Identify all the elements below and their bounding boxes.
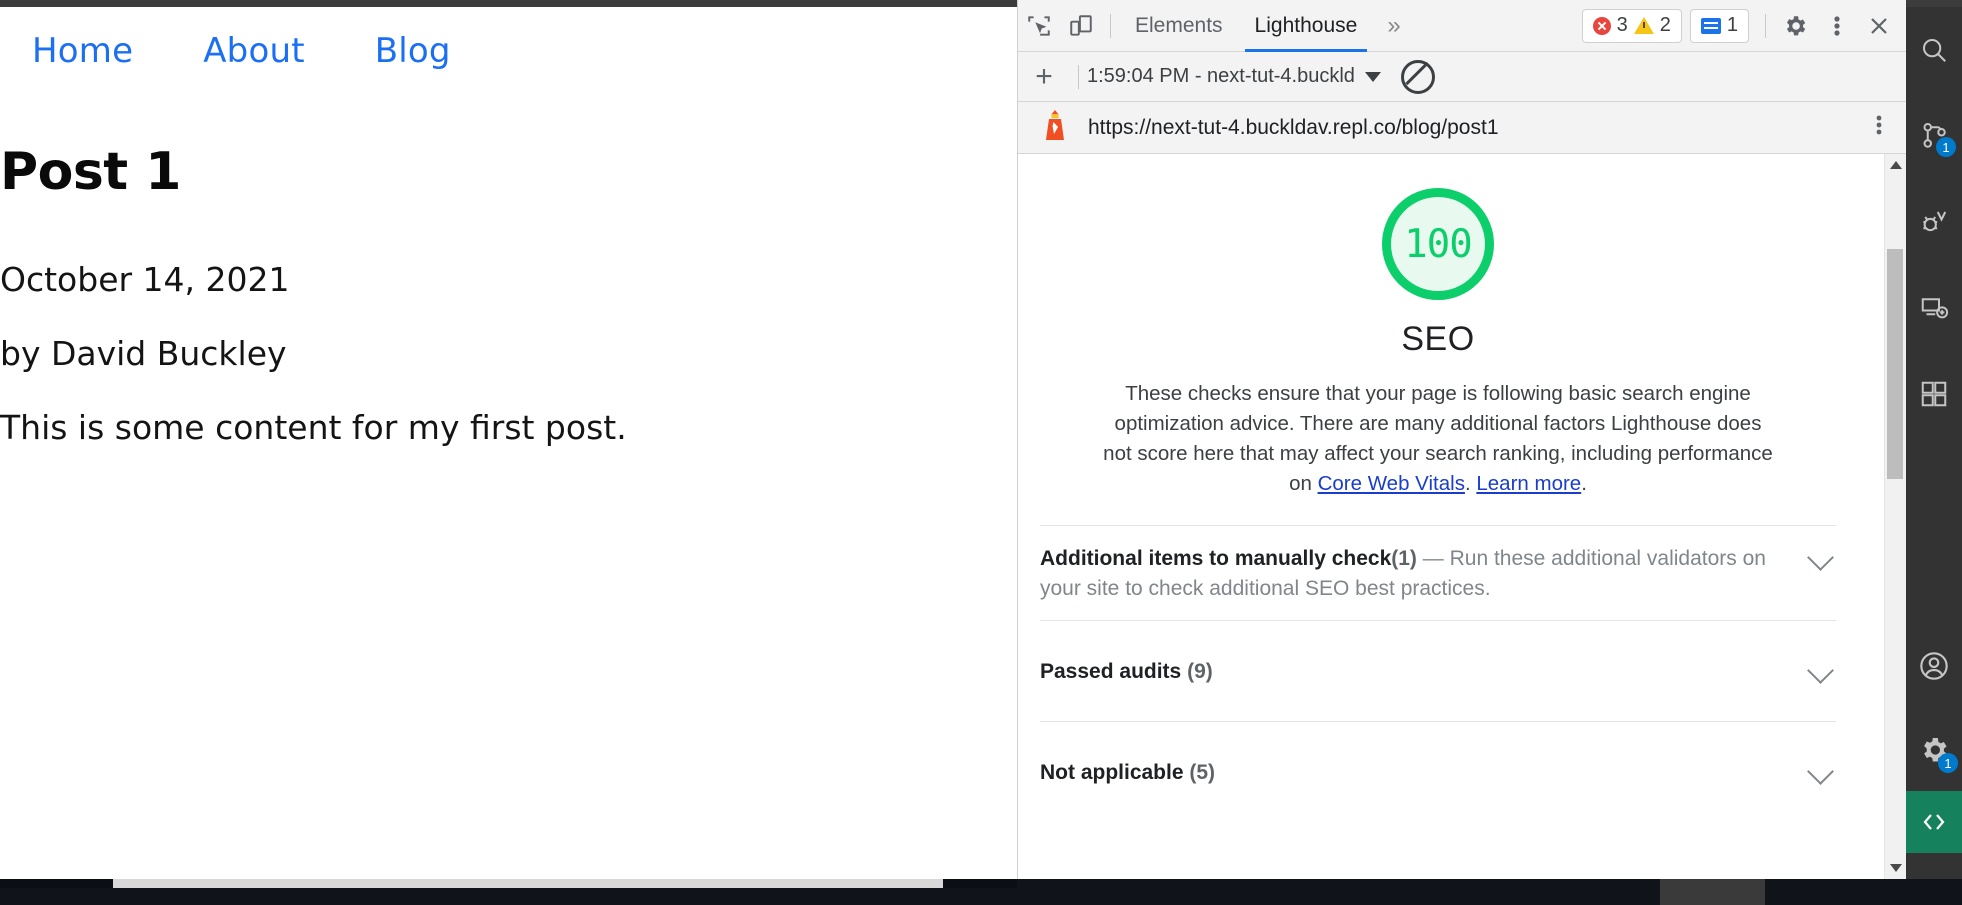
no-entry-icon[interactable]: [1400, 59, 1435, 94]
lighthouse-icon: [1040, 108, 1070, 147]
tab-lighthouse[interactable]: Lighthouse: [1239, 0, 1374, 52]
lighthouse-report-selector-row: + 1:59:04 PM - next-tut-4.buckld: [1018, 52, 1906, 102]
nav-link-blog[interactable]: Blog: [375, 29, 451, 73]
audit-group-passed-line: Passed audits (9): [1040, 657, 1836, 687]
report-content: 100 SEO These checks ensure that your pa…: [1018, 154, 1906, 822]
editor-activity-bar: 1 1: [1906, 7, 1962, 879]
description-end: .: [1581, 472, 1587, 495]
post-date: October 14, 2021: [0, 260, 290, 299]
report-url-row: https://next-tut-4.buckldav.repl.co/blog…: [1018, 102, 1906, 154]
post-body-text: This is some content for my first post.: [0, 408, 627, 447]
description-mid: .: [1464, 472, 1477, 495]
category-description: These checks ensure that your page is fo…: [1098, 379, 1778, 499]
report-dropdown[interactable]: 1:59:04 PM - next-tut-4.buckld: [1087, 65, 1381, 88]
audit-group-passed[interactable]: Passed audits (9): [1040, 620, 1836, 721]
more-tabs-icon[interactable]: »: [1373, 0, 1414, 52]
toolbar-divider: [1110, 13, 1111, 38]
report-scrollbar[interactable]: [1884, 154, 1906, 879]
gear-icon[interactable]: [1774, 5, 1816, 47]
audit-group-manual-line: Additional items to manually check(1) — …: [1040, 544, 1836, 604]
core-web-vitals-link[interactable]: Core Web Vitals: [1318, 472, 1465, 495]
scroll-down-arrow-icon[interactable]: [1890, 864, 1902, 872]
report-row-divider: [1078, 64, 1079, 89]
status-bar-segment: [1660, 879, 1765, 905]
error-count: 3: [1616, 14, 1628, 36]
tab-elements[interactable]: Elements: [1119, 0, 1239, 52]
devtools-toolbar: Elements Lighthouse » 3 2 1: [1018, 0, 1906, 52]
account-icon[interactable]: [1906, 623, 1962, 709]
screen-root: Home About Blog Post 1 October 14, 2021 …: [0, 0, 1962, 905]
nav-link-about[interactable]: About: [203, 29, 305, 73]
devtools-toolbar-right: 3 2 1: [1581, 5, 1906, 47]
warning-icon: [1633, 17, 1654, 34]
source-control-icon[interactable]: 1: [1906, 93, 1962, 179]
toolbar-divider-2: [1765, 13, 1766, 38]
close-icon[interactable]: [1858, 5, 1900, 47]
category-title: SEO: [1401, 320, 1475, 358]
scrollbar-thumb[interactable]: [1887, 249, 1903, 479]
audit-group-manual-dash: —: [1416, 547, 1450, 570]
audit-group-na-count: (5): [1189, 761, 1216, 784]
page-horizontal-scrollbar-thumb[interactable]: [113, 879, 943, 888]
device-toolbar-icon[interactable]: [1060, 5, 1102, 47]
chevron-down-icon: [1364, 71, 1381, 82]
post-byline: by David Buckley: [0, 334, 287, 373]
search-icon[interactable]: [1906, 7, 1962, 93]
inspect-element-icon[interactable]: [1018, 5, 1060, 47]
audit-group-manual[interactable]: Additional items to manually check(1) — …: [1040, 525, 1836, 620]
scroll-up-arrow-icon[interactable]: [1890, 161, 1902, 169]
site-nav: Home About Blog: [0, 29, 451, 73]
source-control-badge: 1: [1936, 137, 1956, 157]
settings-badge: 1: [1938, 753, 1958, 773]
warning-count: 2: [1659, 14, 1671, 36]
run-and-debug-icon[interactable]: [1906, 179, 1962, 265]
kebab-menu-icon[interactable]: [1816, 5, 1858, 47]
learn-more-link[interactable]: Learn more: [1476, 472, 1581, 495]
score-gauge-wrapper: 100 SEO: [1040, 188, 1836, 359]
audit-group-passed-count: (9): [1187, 660, 1213, 683]
nav-link-home[interactable]: Home: [32, 29, 133, 73]
messages-counter[interactable]: 1: [1689, 8, 1749, 43]
audit-group-manual-count: (1): [1391, 547, 1417, 570]
report-url[interactable]: https://next-tut-4.buckldav.repl.co/blog…: [1088, 116, 1499, 140]
settings-gear-icon[interactable]: 1: [1906, 707, 1962, 793]
message-icon: [1700, 17, 1721, 34]
audit-group-na-line: Not applicable (5): [1040, 758, 1836, 788]
devtools-panel: Elements Lighthouse » 3 2 1 + 1:59:04 PM…: [1017, 0, 1906, 879]
report-dropdown-label: 1:59:04 PM - next-tut-4.buckld: [1087, 65, 1355, 87]
lighthouse-report-body: 100 SEO These checks ensure that your pa…: [1018, 154, 1906, 879]
audit-group-manual-title: Additional items to manually check: [1040, 547, 1392, 570]
issues-counter[interactable]: 3 2: [1581, 8, 1682, 43]
score-value: 100: [1404, 221, 1472, 267]
browser-page-viewport: Home About Blog Post 1 October 14, 2021 …: [0, 7, 1017, 879]
remote-explorer-icon[interactable]: [1906, 265, 1962, 351]
audit-group-passed-title: Passed audits: [1040, 660, 1182, 683]
audit-group-not-applicable[interactable]: Not applicable (5): [1040, 721, 1836, 822]
audit-group-na-title: Not applicable: [1040, 761, 1184, 784]
extensions-icon[interactable]: [1906, 351, 1962, 437]
error-icon: [1592, 16, 1611, 35]
seo-score-gauge: 100: [1382, 188, 1494, 300]
post-title: Post 1: [0, 142, 181, 202]
message-count: 1: [1726, 14, 1738, 36]
new-report-button[interactable]: +: [1018, 61, 1070, 92]
kebab-menu-icon-url[interactable]: [1866, 113, 1892, 142]
remote-window-icon[interactable]: [1906, 791, 1962, 853]
